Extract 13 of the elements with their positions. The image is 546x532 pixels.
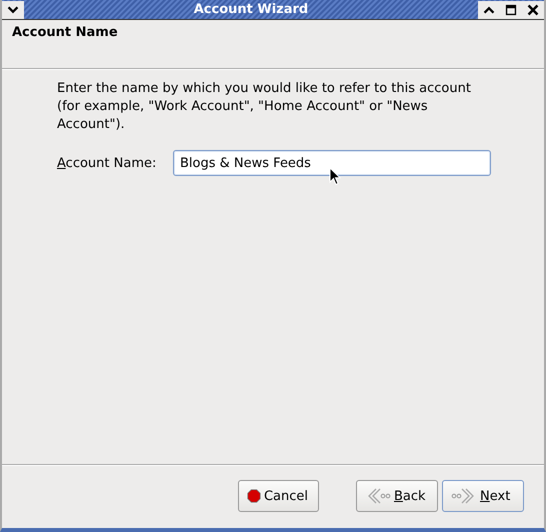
menu-icon[interactable] bbox=[2, 0, 24, 18]
stop-icon bbox=[247, 487, 261, 505]
account-name-field[interactable]: Blogs & News Feeds bbox=[173, 150, 491, 176]
mouse-cursor-icon bbox=[329, 167, 341, 186]
close-icon[interactable] bbox=[522, 0, 544, 18]
cancel-button[interactable]: Cancel bbox=[238, 480, 319, 512]
window-title: Account Wizard bbox=[192, 2, 310, 17]
page-title: Account Name bbox=[12, 25, 119, 40]
back-button[interactable]: Back bbox=[356, 480, 438, 512]
field-label: Account Name: bbox=[57, 156, 158, 170]
description-text: Enter the name by which you would like to refer to this account (for example, "Work Account", "Home Account" or "News Account"). bbox=[57, 80, 472, 134]
shade-icon[interactable] bbox=[478, 0, 500, 18]
next-button[interactable]: Next bbox=[442, 480, 524, 512]
